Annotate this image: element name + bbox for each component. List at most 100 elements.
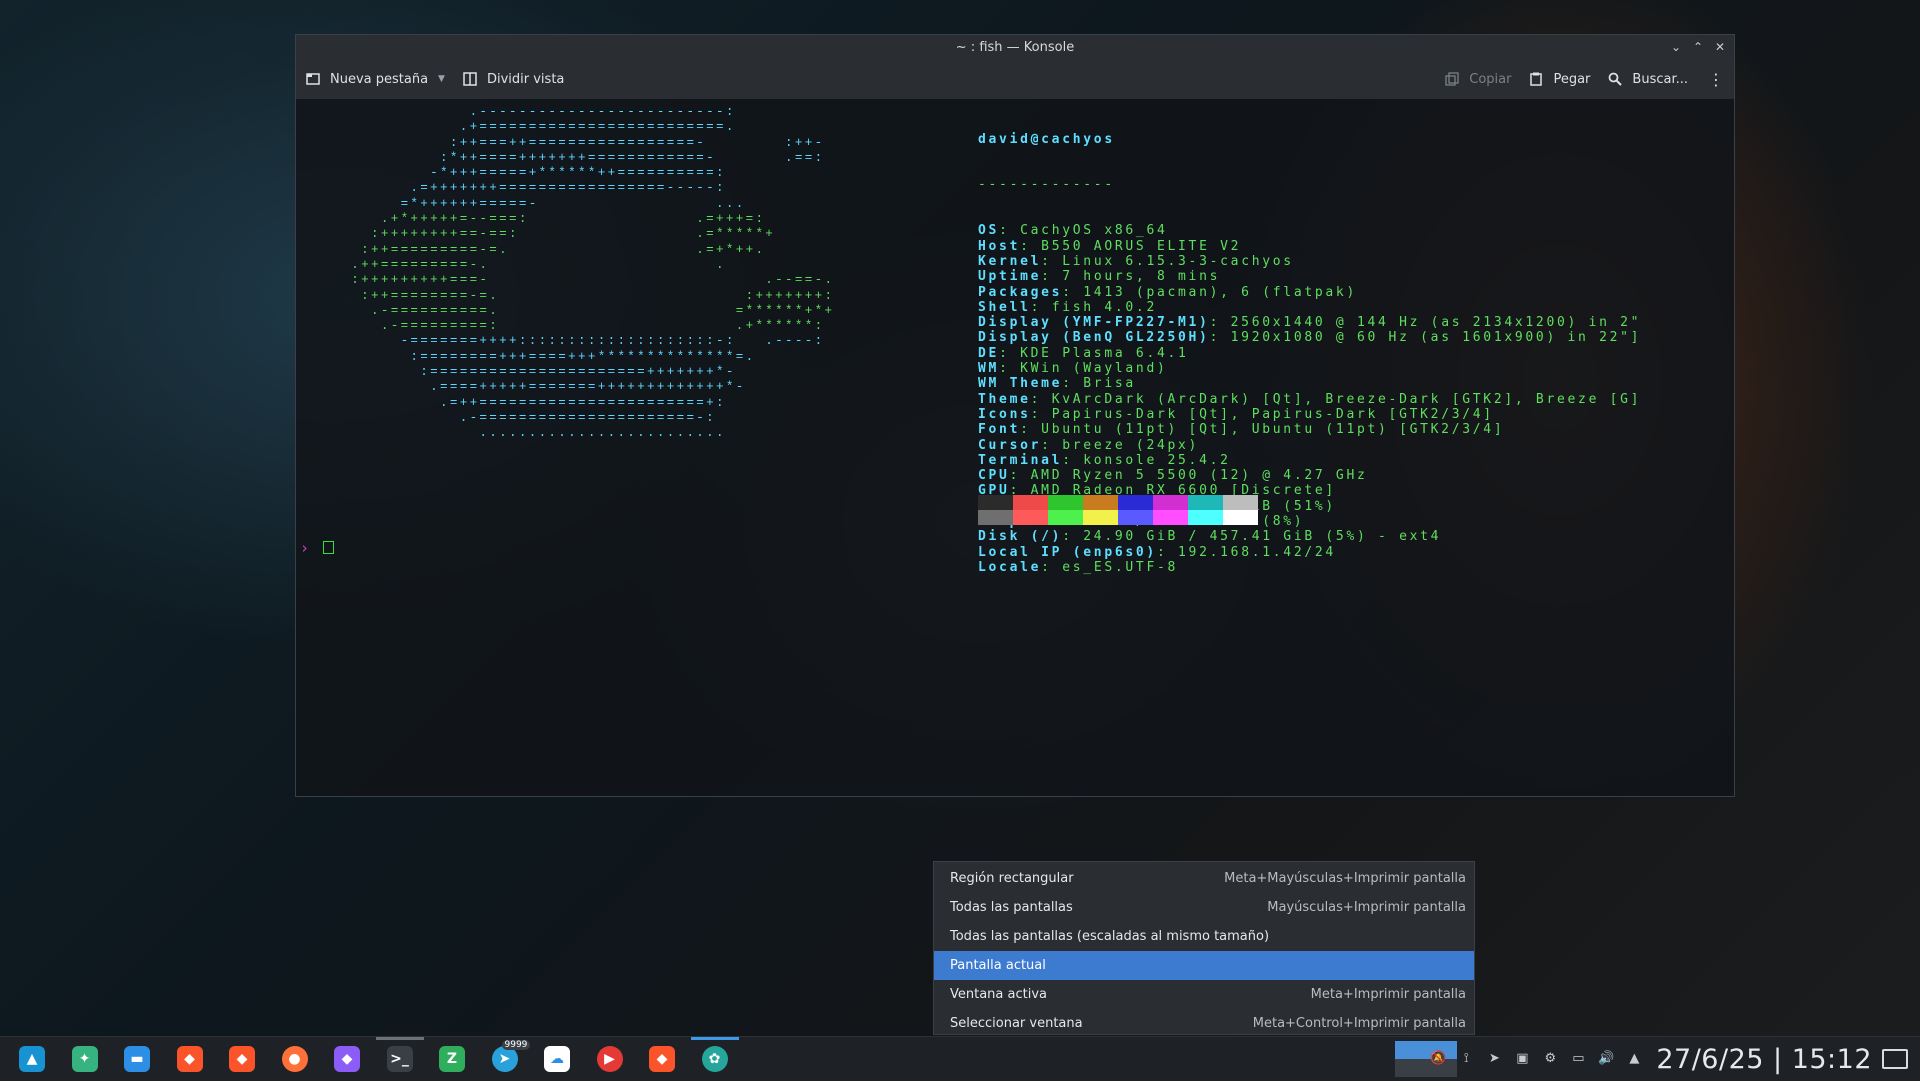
clock[interactable]: 27/6/25 | 15:12	[1656, 1044, 1872, 1075]
info-colon: :	[1062, 376, 1084, 392]
display-icon[interactable]: ▭	[1570, 1051, 1586, 1067]
terminal-area[interactable]: .-------------------------: .+==========…	[296, 99, 1734, 796]
info-key: Uptime	[978, 269, 1042, 285]
info-key: Shell	[978, 299, 1031, 315]
taskbar-app[interactable]: ◆	[642, 1042, 682, 1076]
media-player-icon: ▶	[596, 1046, 623, 1072]
window-titlebar[interactable]: ~ : fish — Konsole ⌄ ⌃ ✕	[296, 35, 1734, 59]
taskbar-app[interactable]: ▬	[117, 1042, 157, 1076]
palette-swatch	[1048, 510, 1083, 525]
info-value: konsole 25.4.2	[1083, 452, 1231, 468]
palette-swatch	[1153, 495, 1188, 510]
taskbar-app[interactable]: >_	[375, 1037, 424, 1076]
info-row: Cursor: breeze (24px)	[978, 438, 1641, 453]
menu-item[interactable]: Ventana activa Meta+Imprimir pantalla	[934, 980, 1474, 1009]
brave-icon: ◆	[176, 1046, 203, 1072]
info-value: Brisa	[1083, 376, 1136, 392]
chevron-up-icon[interactable]: ▲	[1626, 1051, 1642, 1067]
search-button[interactable]: Buscar...	[1608, 72, 1688, 87]
info-colon: :	[1062, 452, 1084, 468]
menu-item-shortcut: Meta+Control+Imprimir pantalla	[1252, 1016, 1466, 1031]
info-key: WM Theme	[978, 376, 1063, 392]
copy-button[interactable]: Copiar	[1445, 72, 1511, 87]
launcher-icon: ▲	[19, 1046, 45, 1072]
minimize-icon[interactable]: ⌄	[1670, 41, 1682, 53]
paste-button[interactable]: Pegar	[1529, 72, 1590, 87]
active-indicator	[690, 1037, 739, 1040]
taskbar-app[interactable]: ➤ 9999	[485, 1040, 531, 1076]
info-value: 1413 (pacman), 6 (flatpak)	[1083, 284, 1357, 300]
taskbar-app[interactable]: ◆	[170, 1042, 210, 1076]
volume-icon[interactable]: 🔊	[1598, 1051, 1614, 1067]
maximize-icon[interactable]: ⌃	[1692, 41, 1704, 53]
taskbar-app[interactable]: ☁	[537, 1042, 577, 1076]
info-key: Packages	[978, 284, 1063, 300]
info-row: Display (YMF-FP227-M1): 2560x1440 @ 144 …	[978, 315, 1641, 330]
taskbar-app[interactable]: ◆	[327, 1042, 367, 1076]
palette-swatch	[1118, 510, 1153, 525]
info-value: breeze (24px)	[1062, 437, 1200, 453]
taskbar-app[interactable]: ◆	[222, 1042, 262, 1076]
split-view-button[interactable]: Dividir vista	[463, 72, 564, 87]
telegram-tray-icon[interactable]: ➤	[1486, 1051, 1502, 1067]
info-key: Host	[978, 238, 1021, 254]
ascii-line: .-==========. =******+*+	[371, 303, 835, 318]
paste-label: Pegar	[1553, 71, 1591, 87]
info-colon: :	[1041, 437, 1063, 453]
menu-item[interactable]: Seleccionar ventana Meta+Control+Imprimir…	[934, 1009, 1474, 1038]
close-icon[interactable]: ✕	[1714, 41, 1726, 53]
taskbar-app[interactable]: ▲	[12, 1042, 52, 1076]
info-colon: :	[1041, 269, 1063, 285]
menu-item[interactable]: Todas las pantallas (escaladas al mismo …	[934, 922, 1474, 951]
clipboard-icon[interactable]: ▣	[1514, 1051, 1530, 1067]
info-colon: :	[1030, 299, 1052, 315]
info-row: Uptime: 7 hours, 8 mins	[978, 269, 1641, 284]
search-icon	[1609, 72, 1623, 86]
kebab-menu-icon[interactable]: ⋮	[1708, 70, 1724, 89]
ascii-line: :++===++=================- :++-	[449, 135, 825, 150]
taskbar-app[interactable]: ✿	[690, 1037, 739, 1076]
konsole-window[interactable]: ~ : fish — Konsole ⌄ ⌃ ✕ Nueva pestaña ▼…	[295, 34, 1735, 797]
info-value: KWin (Wayland)	[1020, 361, 1168, 377]
taskbar-app[interactable]: ▶	[590, 1042, 630, 1076]
menu-item[interactable]: Todas las pantallas Mayúsculas+Imprimir p…	[934, 893, 1474, 922]
info-colon: :	[1209, 315, 1231, 331]
info-row: CPU: AMD Ryzen 5 5500 (12) @ 4.27 GHz	[978, 468, 1641, 483]
wifi-icon[interactable]: ⟟	[1458, 1051, 1474, 1067]
ascii-line: .........................	[479, 426, 726, 441]
show-desktop-icon[interactable]	[1882, 1049, 1908, 1069]
palette-swatch	[1083, 510, 1118, 525]
info-value: B550 AORUS ELITE V2	[1041, 238, 1242, 254]
ascii-line: .-=========: .+******:	[380, 319, 825, 334]
info-colon: :	[999, 361, 1021, 377]
steam-tray-icon[interactable]: ⚙	[1542, 1051, 1558, 1067]
taskbar-app[interactable]: Z	[432, 1042, 472, 1076]
menu-item[interactable]: Pantalla actual	[934, 951, 1474, 980]
info-row: DE: KDE Plasma 6.4.1	[978, 346, 1641, 361]
palette-swatch	[1153, 510, 1188, 525]
palette-swatch	[1223, 510, 1258, 525]
taskbar-app[interactable]: ●	[275, 1042, 315, 1076]
info-key: Display (BenQ GL2250H)	[978, 330, 1210, 346]
settings-app-icon: ✿	[701, 1046, 728, 1072]
ascii-line: :========+++====+++**************=.	[410, 349, 756, 364]
info-key: Cursor	[978, 437, 1042, 453]
info-key: OS	[978, 223, 1000, 239]
info-row: Host: B550 AORUS ELITE V2	[978, 239, 1641, 254]
taskbar-app[interactable]: ✦	[65, 1042, 105, 1076]
chevron-down-icon[interactable]: ▼	[438, 74, 445, 84]
notifications-off-icon[interactable]: 🔕	[1430, 1051, 1446, 1067]
new-tab-button[interactable]: Nueva pestaña ▼	[306, 72, 445, 87]
wrench-app-icon: ✦	[71, 1046, 98, 1072]
shell-prompt: ›	[300, 539, 310, 557]
info-row: WM: KWin (Wayland)	[978, 361, 1641, 376]
info-separator: -------------	[978, 177, 1115, 193]
info-value: 24.90 GiB / 457.41 GiB (5%) - ext4	[1083, 529, 1442, 545]
ascii-line: .====+++++=======+++++++++++++*-	[430, 380, 746, 395]
info-value: 7 hours, 8 mins	[1062, 269, 1221, 285]
palette-swatch	[1118, 495, 1153, 510]
menu-item[interactable]: Región rectangular Meta+Mayúsculas+Imprim…	[934, 864, 1474, 893]
info-row: Icons: Papirus-Dark [Qt], Papirus-Dark […	[978, 407, 1641, 422]
palette-swatch	[1223, 495, 1258, 510]
info-colon: :	[1209, 330, 1231, 346]
